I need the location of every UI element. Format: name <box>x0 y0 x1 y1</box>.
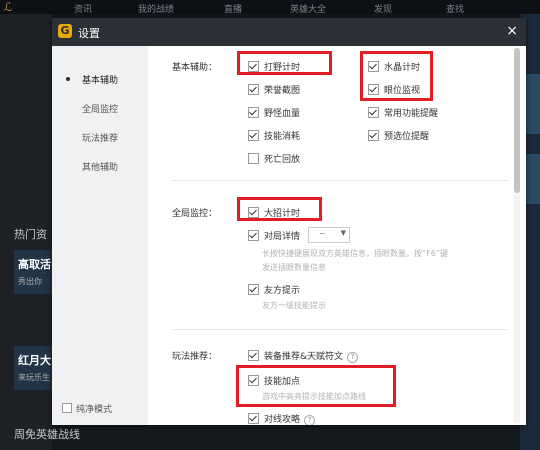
settings-sidebar: 基本辅助 全局监控 玩法推荐 其他辅助 纯净模式 <box>52 46 148 425</box>
checkbox-skill-cost[interactable]: 技能消耗 <box>248 129 300 142</box>
checkbox-box[interactable] <box>368 84 379 95</box>
sidebar-item-other[interactable]: 其他辅助 <box>82 160 118 173</box>
checkbox-label: 死亡回放 <box>264 155 301 165</box>
checkbox-skill-points[interactable]: 技能加点 <box>248 374 300 387</box>
bg-card-subtitle: 秀出你 <box>18 277 42 286</box>
checkbox-label: 技能加点 <box>264 377 301 387</box>
checkbox-box[interactable] <box>368 107 379 118</box>
checkbox-label: 水晶计时 <box>384 63 421 73</box>
chevron-down-icon: ▼ <box>340 229 346 237</box>
bg-card-2[interactable]: 红月大 来玩乐生 <box>14 346 54 390</box>
section-label-basic: 基本辅助： <box>172 63 218 73</box>
checkbox-match-detail[interactable]: 对局详情 <box>248 229 300 242</box>
bg-tab-discover[interactable]: 发现 <box>374 2 392 15</box>
sidebar-item-basic[interactable]: 基本辅助 <box>82 73 118 86</box>
bg-tab-heroes[interactable]: 英雄大全 <box>290 2 326 15</box>
checkbox-ally-tip[interactable]: 友方提示 <box>248 283 300 296</box>
checkbox-box[interactable] <box>248 350 259 361</box>
checkbox-label: 装备推荐&天赋符文 <box>264 352 344 362</box>
bg-card-title: 高取活 <box>18 258 51 271</box>
checkbox-box[interactable] <box>368 130 379 141</box>
checkbox-box[interactable] <box>248 413 259 424</box>
checkbox-equip-recommend[interactable]: 装备推荐&天赋符文? <box>248 349 359 363</box>
skill-points-hint: 游戏中高亮提示技能加点路线 <box>262 392 366 401</box>
hotkey-select[interactable]: ~ ▼ <box>308 227 350 243</box>
checkbox-honor-screenshot[interactable]: 荣誉截图 <box>248 83 300 96</box>
section-divider <box>172 329 508 330</box>
background-topbar: ℒ 资讯 我的战绩 直播 英雄大全 发现 查找 <box>0 0 540 15</box>
checkbox-box[interactable] <box>248 153 259 164</box>
bg-tab-search[interactable]: 查找 <box>446 2 464 15</box>
ally-tip-hint: 友方一级技能提示 <box>262 301 326 310</box>
checkbox-box[interactable] <box>248 207 259 218</box>
dialog-titlebar[interactable]: G 设置 × <box>52 18 526 46</box>
checkbox-ward-monitor[interactable]: 眼位监视 <box>368 83 420 96</box>
checkbox-box[interactable] <box>248 284 259 295</box>
checkbox-box[interactable] <box>248 130 259 141</box>
settings-dialog: G 设置 × 基本辅助 全局监控 玩法推荐 其他辅助 纯净模式 基本辅助： 打野… <box>52 18 526 425</box>
checkbox-box[interactable] <box>248 84 259 95</box>
checkbox-label: 打野计时 <box>264 63 301 73</box>
scrollbar-thumb[interactable] <box>514 48 520 193</box>
section-label-global: 全局监控： <box>172 209 218 219</box>
checkbox-label: 大招计时 <box>264 209 301 219</box>
game-logo-icon: ℒ <box>4 0 13 14</box>
checkbox-label: 技能消耗 <box>264 132 301 142</box>
match-detail-hint-2: 发送插眼数量信息 <box>262 263 326 272</box>
checkbox-monster-hp[interactable]: 野怪血量 <box>248 106 300 119</box>
checkbox-box[interactable] <box>248 375 259 386</box>
bg-tab-live[interactable]: 直播 <box>224 2 242 15</box>
checkbox-label: 荣誉截图 <box>264 86 301 96</box>
help-icon[interactable]: ? <box>304 415 316 425</box>
checkbox-box[interactable] <box>248 230 259 241</box>
bg-card-1[interactable]: 高取活 秀出你 <box>14 250 54 294</box>
bg-section-hot: 热门资 <box>14 228 47 241</box>
hotkey-select-value: ~ <box>319 229 326 238</box>
checkbox-box[interactable] <box>368 61 379 72</box>
checkbox-jungle-timer[interactable]: 打野计时 <box>248 60 300 73</box>
pure-mode-label: 纯净模式 <box>76 405 113 415</box>
bg-card-title: 红月大 <box>18 354 51 367</box>
bg-card-subtitle: 来玩乐生 <box>18 373 50 382</box>
checkbox-box[interactable] <box>62 403 72 413</box>
section-label-play: 玩法推荐： <box>172 352 218 362</box>
app-logo-icon: G <box>58 24 72 38</box>
dialog-title: 设置 <box>78 27 100 40</box>
checkbox-preselect-reminder[interactable]: 预选位提醒 <box>368 129 429 142</box>
checkbox-ult-timer[interactable]: 大招计时 <box>248 206 300 219</box>
checkbox-common-reminder[interactable]: 常用功能提醒 <box>368 106 438 119</box>
checkbox-box[interactable] <box>248 61 259 72</box>
checkbox-label: 友方提示 <box>264 286 301 296</box>
active-dot-icon <box>66 77 70 81</box>
close-icon[interactable]: × <box>506 23 518 39</box>
checkbox-label: 常用功能提醒 <box>384 109 439 119</box>
section-divider <box>172 180 508 181</box>
checkbox-crystal-timer[interactable]: 水晶计时 <box>368 60 420 73</box>
settings-content: 基本辅助： 打野计时 水晶计时 荣誉截图 眼位监视 野怪血量 常用功能提醒 技能… <box>148 46 526 425</box>
checkbox-lane-guide[interactable]: 对线攻略? <box>248 412 316 425</box>
bg-tab-news[interactable]: 资讯 <box>74 2 92 15</box>
help-icon[interactable]: ? <box>347 352 359 363</box>
checkbox-label: 对线攻略 <box>264 415 301 425</box>
pure-mode-checkbox[interactable]: 纯净模式 <box>62 402 112 415</box>
bg-section-free-heroes: 周免英雄战线 <box>14 428 80 441</box>
checkbox-label: 野怪血量 <box>264 109 301 119</box>
sidebar-item-global[interactable]: 全局监控 <box>82 102 118 115</box>
sidebar-item-play[interactable]: 玩法推荐 <box>82 131 118 144</box>
checkbox-label: 对局详情 <box>264 232 301 242</box>
match-detail-hint-1: 长按快捷键展现双方英雄信息，插眼数量。按“F6”键 <box>262 249 448 258</box>
checkbox-label: 眼位监视 <box>384 86 421 96</box>
content-scrollbar[interactable] <box>514 48 520 423</box>
bg-tab-record[interactable]: 我的战绩 <box>138 2 174 15</box>
checkbox-box[interactable] <box>248 107 259 118</box>
checkbox-death-replay[interactable]: 死亡回放 <box>248 152 300 165</box>
checkbox-label: 预选位提醒 <box>384 132 430 142</box>
